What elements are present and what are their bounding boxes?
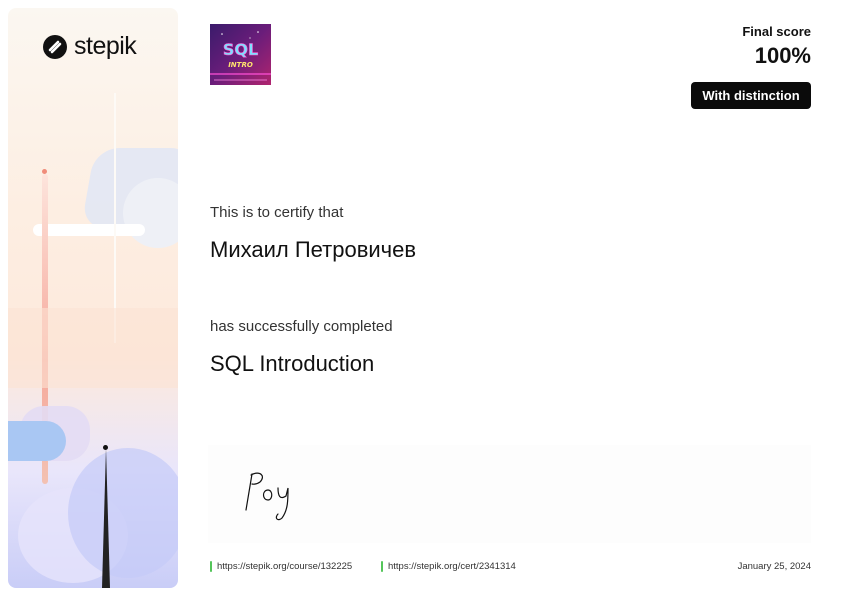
link-accent-bar — [210, 561, 212, 572]
brand-name: stepik — [74, 32, 137, 60]
cert-link-text[interactable]: https://stepik.org/cert/2341314 — [388, 561, 516, 572]
decorative-line — [114, 93, 116, 343]
final-score: Final score 100% — [742, 24, 811, 69]
decorative-blob — [8, 421, 66, 461]
final-score-label: Final score — [742, 24, 811, 39]
decorative-dot — [42, 169, 47, 174]
course-link[interactable]: https://stepik.org/course/132225 — [210, 561, 352, 572]
final-score-value: 100% — [754, 43, 811, 68]
certify-intro: This is to certify that — [210, 204, 344, 221]
course-badge-image: SQL INTRO — [210, 24, 271, 85]
svg-text:INTRO: INTRO — [228, 61, 253, 69]
stepik-logo: stepik — [42, 32, 137, 61]
course-link-text[interactable]: https://stepik.org/course/132225 — [217, 561, 352, 572]
certificate-footer: https://stepik.org/course/132225 https:/… — [210, 561, 811, 575]
link-accent-bar — [381, 561, 383, 572]
issue-date: January 25, 2024 — [737, 561, 811, 572]
distinction-badge: With distinction — [691, 82, 811, 109]
svg-text:SQL: SQL — [223, 40, 258, 59]
cert-link[interactable]: https://stepik.org/cert/2341314 — [381, 561, 516, 572]
decorative-blob — [68, 448, 178, 578]
decorative-bar — [33, 224, 145, 236]
stepik-logo-icon — [43, 34, 67, 59]
signature — [245, 472, 289, 521]
decorative-dot — [103, 445, 108, 450]
decorative-side-panel — [8, 8, 178, 588]
course-name: SQL Introduction — [210, 351, 375, 376]
decorative-blob — [8, 308, 178, 388]
completion-text: has successfully completed — [210, 318, 393, 335]
decorative-blob — [123, 178, 178, 248]
recipient-name: Михаил Петровичев — [210, 237, 417, 262]
